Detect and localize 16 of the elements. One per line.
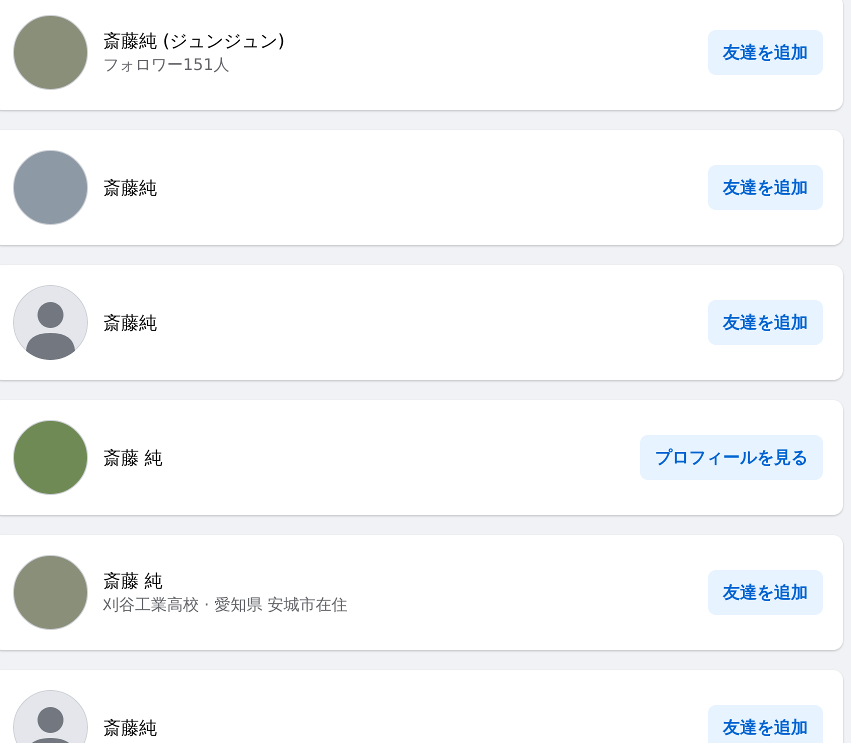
person-name[interactable]: 斎藤 純 [103, 569, 708, 593]
default-avatar-icon[interactable] [13, 690, 88, 743]
action-button[interactable]: 友達を追加 [708, 570, 823, 615]
person-name[interactable]: 斎藤純 [103, 310, 708, 334]
default-avatar-icon[interactable] [13, 285, 88, 360]
person-details: 刈谷工業高校 · 愛知県 安城市在住 [103, 595, 348, 616]
person-name[interactable]: 斎藤 純 [103, 446, 640, 470]
person-name[interactable]: 斎藤純 [103, 176, 708, 200]
person-name[interactable]: 斎藤純 (ジュンジュン) [103, 29, 708, 53]
action-button[interactable]: 友達を追加 [708, 300, 823, 345]
person-details: フォロワー151人 [103, 55, 231, 76]
action-button[interactable]: 友達を追加 [708, 705, 823, 743]
action-button[interactable]: プロフィールを見る [640, 435, 823, 480]
person-name[interactable]: 斎藤純 [103, 716, 708, 740]
action-button[interactable]: 友達を追加 [708, 30, 823, 75]
action-button[interactable]: 友達を追加 [708, 165, 823, 210]
